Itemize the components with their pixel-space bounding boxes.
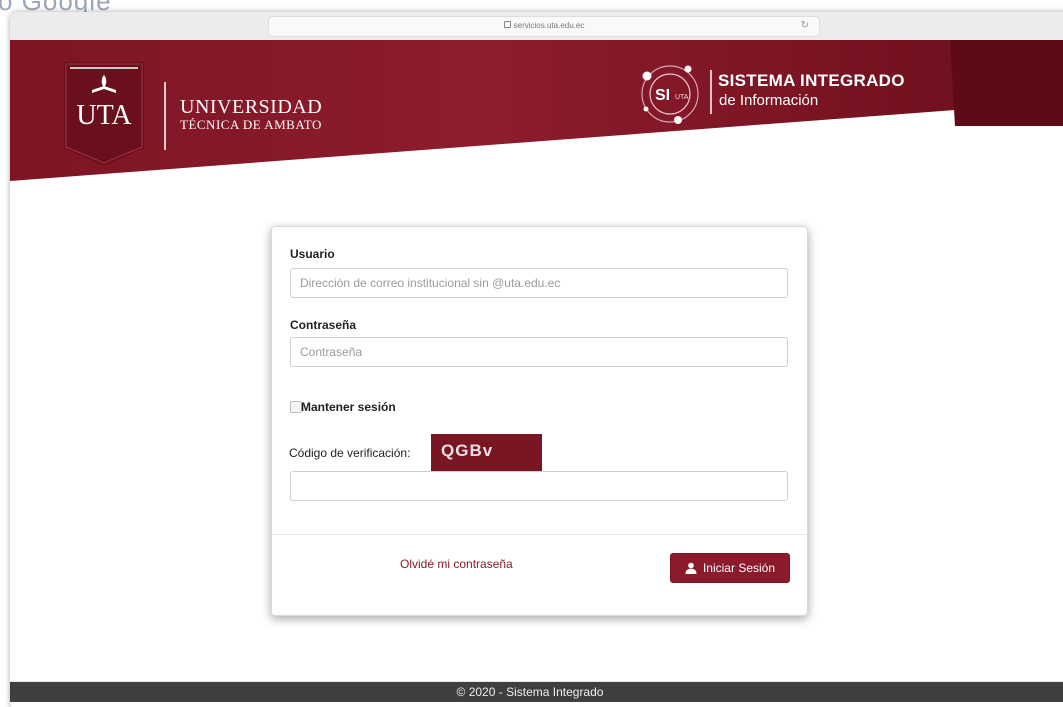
university-name-line1: UNIVERSIDAD xyxy=(180,96,323,118)
password-label: Contraseña xyxy=(290,318,357,332)
captcha-code: QGBv xyxy=(441,441,494,460)
user-icon xyxy=(685,562,697,574)
forgot-password-link[interactable]: Olvidé mi contraseña xyxy=(400,557,513,571)
address-bar-content: servicios.uta.edu.ec xyxy=(269,21,819,30)
system-subtitle: de Información xyxy=(719,92,819,109)
page-footer: © 2020 - Sistema Integrado xyxy=(10,681,1063,702)
user-label: Usuario xyxy=(290,247,335,261)
card-footer-divider xyxy=(272,534,807,535)
login-button[interactable]: Iniciar Sesión xyxy=(670,553,790,583)
university-name: UNIVERSIDAD TÉCNICA DE AMBATO xyxy=(180,96,322,132)
captcha-input[interactable] xyxy=(290,471,788,501)
uta-logo-text: UTA xyxy=(76,100,132,131)
captcha-image: QGBv xyxy=(431,434,542,471)
header-background xyxy=(10,40,1063,181)
header-divider xyxy=(164,82,166,150)
header-band xyxy=(10,40,1063,181)
remember-session-label[interactable]: Mantener sesión xyxy=(301,400,396,414)
si-uta-logo: SI UTA xyxy=(641,65,699,124)
login-button-label: Iniciar Sesión xyxy=(702,561,776,575)
header-band-dark xyxy=(950,40,1063,126)
si-logo-text: SI xyxy=(655,87,670,104)
login-card: Usuario Contraseña Mantener sesión Códig… xyxy=(271,226,808,616)
browser-window: servicios.uta.edu.ec ↻ UTA UNIVERSIDAD T… xyxy=(10,12,1063,707)
site-header: UTA UNIVERSIDAD TÉCNICA DE AMBATO SI UTA… xyxy=(10,40,1063,190)
uta-shield-logo: UTA xyxy=(64,62,144,166)
password-input[interactable] xyxy=(290,337,788,367)
system-title: SISTEMA INTEGRADO xyxy=(718,71,905,90)
address-url: servicios.uta.edu.ec xyxy=(513,21,585,30)
system-divider xyxy=(710,70,712,114)
address-bar[interactable]: servicios.uta.edu.ec ↻ xyxy=(268,16,820,37)
university-name-line2: TÉCNICA DE AMBATO xyxy=(180,117,322,132)
reload-icon[interactable]: ↻ xyxy=(801,20,809,31)
page-root: o Google servicios.uta.edu.ec ↻ UTA UNIV… xyxy=(0,0,1063,707)
browser-toolbar: servicios.uta.edu.ec ↻ xyxy=(10,12,1063,41)
si-logo-subtext: UTA xyxy=(675,94,689,101)
captcha-label: Código de verificación: xyxy=(289,446,411,460)
user-email-input[interactable] xyxy=(290,268,788,298)
footer-copyright: © 2020 - Sistema Integrado xyxy=(456,685,604,699)
lock-icon xyxy=(503,21,511,28)
